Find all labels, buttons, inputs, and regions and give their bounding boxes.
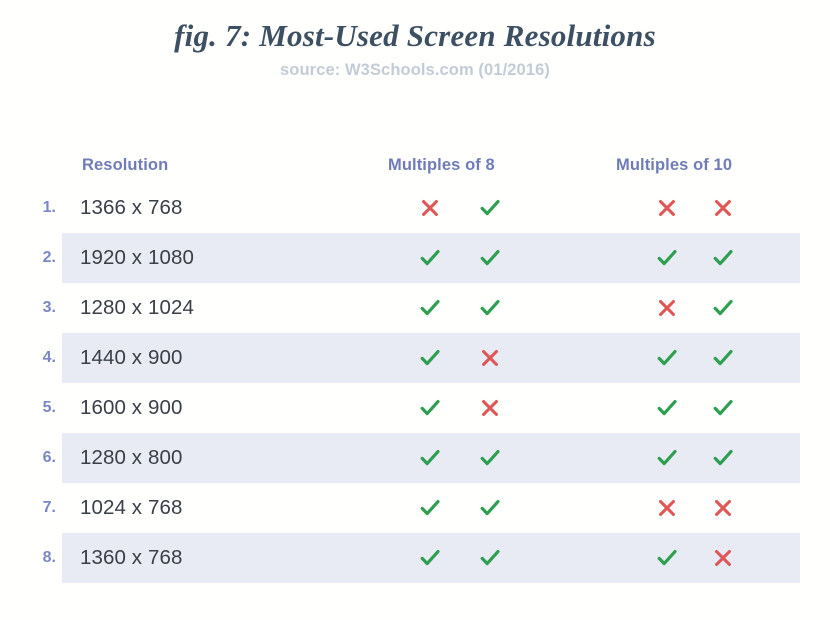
table-row: 5. 1600 x 900: [0, 383, 830, 433]
resolutions-table: Resolution Multiples of 8 Multiples of 1…: [0, 145, 830, 583]
table-row: 1. 1366 x 768: [0, 183, 830, 233]
check-icon: [415, 383, 445, 433]
check-icon: [652, 333, 682, 383]
check-icon: [475, 533, 505, 583]
cross-icon: [652, 483, 682, 533]
table-row: 3. 1280 x 1024: [0, 283, 830, 333]
cross-icon: [475, 383, 505, 433]
check-icon: [475, 183, 505, 233]
row-number: 3.: [42, 299, 56, 316]
row-number: 1.: [42, 199, 56, 216]
check-icon: [708, 383, 738, 433]
check-icon: [652, 533, 682, 583]
table-row: 2. 1920 x 1080: [0, 233, 830, 283]
check-icon: [415, 433, 445, 483]
page-title: fig. 7: Most-Used Screen Resolutions: [174, 18, 656, 53]
cross-icon: [708, 183, 738, 233]
check-icon: [652, 433, 682, 483]
resolution-label: 1024 x 768: [80, 496, 183, 519]
resolution-label: 1280 x 800: [80, 446, 183, 469]
table-row: 4. 1440 x 900: [0, 333, 830, 383]
resolution-label: 1440 x 900: [80, 346, 183, 369]
figure-header: fig. 7: Most-Used Screen Resolutions sou…: [0, 0, 830, 80]
row-number: 4.: [42, 349, 56, 366]
cross-icon: [708, 483, 738, 533]
resolution-label: 1280 x 1024: [80, 296, 194, 319]
check-icon: [475, 233, 505, 283]
row-number: 2.: [42, 249, 56, 266]
check-icon: [415, 533, 445, 583]
check-icon: [708, 233, 738, 283]
cross-icon: [652, 283, 682, 333]
check-icon: [652, 383, 682, 433]
check-icon: [708, 433, 738, 483]
column-header-resolution: Resolution: [82, 156, 169, 174]
row-number: 8.: [42, 549, 56, 566]
check-icon: [475, 283, 505, 333]
cross-icon: [415, 183, 445, 233]
check-icon: [415, 283, 445, 333]
resolution-label: 1360 x 768: [80, 546, 183, 569]
check-icon: [415, 333, 445, 383]
check-icon: [708, 333, 738, 383]
figure-source: source: W3Schools.com (01/2016): [280, 60, 550, 79]
check-icon: [415, 483, 445, 533]
cross-icon: [652, 183, 682, 233]
row-number: 7.: [42, 499, 56, 516]
table-row: 6. 1280 x 800: [0, 433, 830, 483]
cross-icon: [475, 333, 505, 383]
check-icon: [475, 483, 505, 533]
row-number: 6.: [42, 449, 56, 466]
resolution-label: 1366 x 768: [80, 196, 183, 219]
table-body: 1. 1366 x 768 2. 1920 x 1080 3. 1280 x 1024 4.…: [0, 183, 830, 583]
table-row: 8. 1360 x 768: [0, 533, 830, 583]
table-header-row: Resolution Multiples of 8 Multiples of 1…: [0, 145, 830, 183]
table-row: 7. 1024 x 768: [0, 483, 830, 533]
column-header-multiples-of-10: Multiples of 10: [616, 156, 733, 174]
column-header-multiples-of-8: Multiples of 8: [388, 156, 495, 174]
resolution-label: 1920 x 1080: [80, 246, 194, 269]
check-icon: [415, 233, 445, 283]
check-icon: [652, 233, 682, 283]
resolution-label: 1600 x 900: [80, 396, 183, 419]
cross-icon: [708, 533, 738, 583]
check-icon: [708, 283, 738, 333]
row-number: 5.: [42, 399, 56, 416]
check-icon: [475, 433, 505, 483]
